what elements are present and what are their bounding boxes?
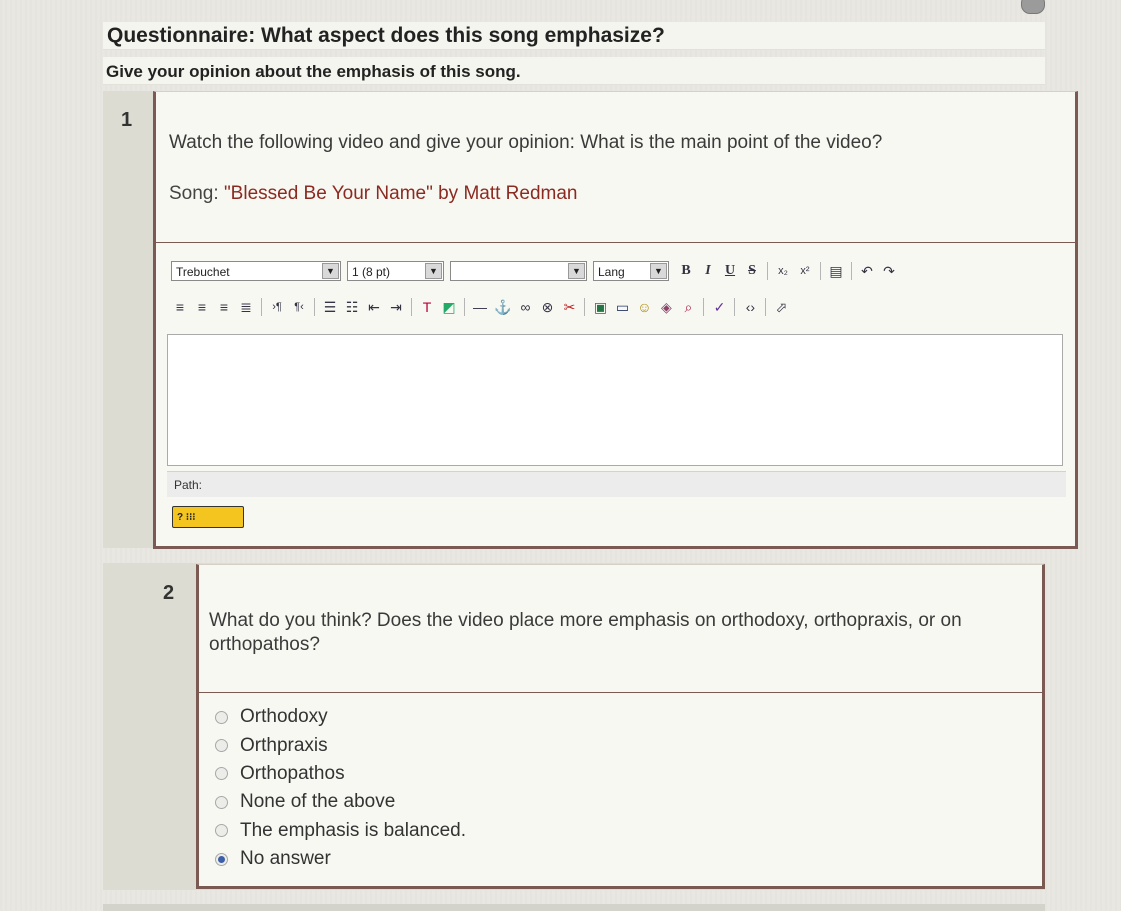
option-balanced[interactable]: The emphasis is balanced. bbox=[215, 817, 466, 845]
questionnaire-subtitle: Give your opinion about the emphasis of … bbox=[103, 57, 1045, 85]
help-icon: ⁝⁝⁝ bbox=[185, 512, 196, 523]
toolbar-separator bbox=[820, 262, 821, 280]
toolbar-separator bbox=[584, 298, 586, 316]
option-label: Orthpraxis bbox=[240, 734, 328, 756]
insert-table-icon[interactable]: ▭ bbox=[614, 297, 630, 317]
redo-icon[interactable]: ↷ bbox=[881, 261, 897, 281]
format-select[interactable]: ▼ bbox=[450, 261, 587, 281]
strikethrough-icon[interactable]: S bbox=[744, 261, 760, 281]
option-no-answer[interactable]: No answer bbox=[215, 845, 466, 873]
toolbar-separator bbox=[734, 298, 736, 316]
editor-toolbar-row-2: ≡ ≡ ≡ ≣ ›¶ ¶‹ ☰ ☷ ⇤ ⇥ T ◩ — ⚓ ∞ ⊗ ✂ ▣ ▭ … bbox=[169, 294, 792, 320]
toolbar-separator bbox=[261, 298, 262, 316]
font-family-value: Trebuchet bbox=[176, 265, 230, 279]
align-left-icon[interactable]: ≡ bbox=[172, 297, 188, 317]
chevron-down-icon: ▼ bbox=[568, 263, 585, 279]
radio-button[interactable] bbox=[215, 795, 228, 809]
editor-toolbar-row-1: Trebuchet ▼ 1 (8 pt) ▼ ▼ Lang ▼ B I U S x₂ … bbox=[165, 258, 900, 284]
option-orthopathos[interactable]: Orthopathos bbox=[215, 760, 466, 788]
song-line: Song: "Blessed Be Your Name" by Matt Red… bbox=[169, 183, 578, 205]
insert-char-icon[interactable]: ◈ bbox=[658, 297, 674, 317]
radio-button[interactable] bbox=[215, 739, 228, 753]
radio-button-selected[interactable] bbox=[215, 852, 228, 866]
option-label: Orthodoxy bbox=[240, 706, 328, 728]
help-button-label: ? bbox=[177, 512, 184, 523]
language-select[interactable]: Lang ▼ bbox=[593, 261, 669, 281]
question-2-number: 2 bbox=[163, 582, 175, 604]
unlink-icon[interactable]: ⊗ bbox=[539, 297, 555, 317]
font-size-value: 1 (8 pt) bbox=[352, 265, 391, 279]
fullscreen-icon[interactable]: ⬀ bbox=[773, 297, 789, 317]
radio-button[interactable] bbox=[215, 710, 228, 724]
search-replace-icon[interactable]: ⌕ bbox=[680, 297, 696, 317]
song-title: "Blessed Be Your Name" by Matt Redman bbox=[223, 183, 578, 204]
anchor-icon[interactable]: ⚓ bbox=[494, 297, 511, 317]
undo-icon[interactable]: ↶ bbox=[859, 261, 875, 281]
scroll-knob[interactable] bbox=[1021, 0, 1045, 14]
toolbar-separator bbox=[767, 262, 768, 280]
html-editor: Trebuchet ▼ 1 (8 pt) ▼ ▼ Lang ▼ B I U S x₂ … bbox=[165, 248, 1070, 538]
ltr-icon[interactable]: ›¶ bbox=[269, 297, 285, 317]
chevron-down-icon: ▼ bbox=[650, 263, 667, 279]
ordered-list-icon[interactable]: ☰ bbox=[322, 297, 338, 317]
option-orthpraxis[interactable]: Orthpraxis bbox=[215, 731, 466, 759]
toolbar-separator bbox=[464, 298, 465, 316]
option-label: Orthopathos bbox=[240, 762, 345, 784]
answer-textarea[interactable] bbox=[167, 334, 1063, 466]
rtl-icon[interactable]: ¶‹ bbox=[291, 297, 307, 317]
font-size-select[interactable]: 1 (8 pt) ▼ bbox=[347, 261, 444, 281]
editor-path-bar: Path: bbox=[167, 471, 1066, 497]
option-label: The emphasis is balanced. bbox=[240, 819, 467, 841]
help-button[interactable]: ? ⁝⁝⁝ bbox=[172, 506, 244, 528]
radio-button[interactable] bbox=[215, 824, 228, 838]
chevron-down-icon: ▼ bbox=[425, 263, 442, 279]
answer-options: Orthodoxy Orthpraxis Orthopathos None of… bbox=[215, 703, 466, 873]
next-question-band bbox=[103, 904, 1045, 911]
radio-button[interactable] bbox=[215, 767, 228, 781]
chevron-down-icon: ▼ bbox=[322, 263, 339, 279]
toolbar-separator bbox=[851, 262, 852, 280]
language-value: Lang bbox=[598, 265, 625, 279]
question-2-text: What do you think? Does the video place … bbox=[209, 610, 962, 655]
questionnaire-title: Questionnaire: What aspect does this son… bbox=[103, 22, 1045, 50]
toolbar-separator bbox=[765, 298, 767, 316]
text-color-icon[interactable]: T bbox=[419, 297, 435, 317]
prevent-link-icon[interactable]: ✂ bbox=[561, 297, 577, 317]
option-label: No answer bbox=[240, 848, 331, 870]
paste-icon[interactable]: ▤ bbox=[828, 261, 844, 281]
unordered-list-icon[interactable]: ☷ bbox=[344, 297, 360, 317]
option-orthodoxy[interactable]: Orthodoxy bbox=[215, 703, 466, 731]
question-1-text: Watch the following video and give your … bbox=[169, 132, 883, 153]
insert-image-icon[interactable]: ▣ bbox=[592, 297, 608, 317]
question-1-divider bbox=[156, 242, 1075, 243]
option-label: None of the above bbox=[240, 791, 396, 813]
underline-icon[interactable]: U bbox=[722, 261, 738, 281]
toolbar-separator bbox=[411, 298, 412, 316]
toolbar-separator bbox=[314, 298, 315, 316]
align-center-icon[interactable]: ≡ bbox=[194, 297, 210, 317]
justify-icon[interactable]: ≣ bbox=[238, 297, 254, 317]
font-family-select[interactable]: Trebuchet ▼ bbox=[171, 261, 341, 281]
indent-icon[interactable]: ⇥ bbox=[388, 297, 404, 317]
toolbar-separator bbox=[703, 298, 705, 316]
song-prefix: Song: bbox=[169, 183, 224, 204]
bold-icon[interactable]: B bbox=[678, 261, 694, 281]
subscript-icon[interactable]: x₂ bbox=[775, 261, 791, 281]
option-none-of-the-above[interactable]: None of the above bbox=[215, 788, 466, 816]
horizontal-rule-icon[interactable]: — bbox=[472, 297, 488, 317]
html-source-icon[interactable]: ‹› bbox=[742, 297, 758, 317]
background-color-icon[interactable]: ◩ bbox=[441, 297, 457, 317]
question-1-number: 1 bbox=[121, 109, 133, 131]
align-right-icon[interactable]: ≡ bbox=[216, 297, 232, 317]
outdent-icon[interactable]: ⇤ bbox=[366, 297, 382, 317]
link-icon[interactable]: ∞ bbox=[517, 297, 533, 317]
spellcheck-icon[interactable]: ✓ bbox=[711, 297, 727, 317]
smiley-icon[interactable]: ☺ bbox=[636, 297, 652, 317]
superscript-icon[interactable]: x² bbox=[797, 261, 813, 281]
italic-icon[interactable]: I bbox=[700, 261, 716, 281]
question-2-divider bbox=[199, 692, 1042, 693]
